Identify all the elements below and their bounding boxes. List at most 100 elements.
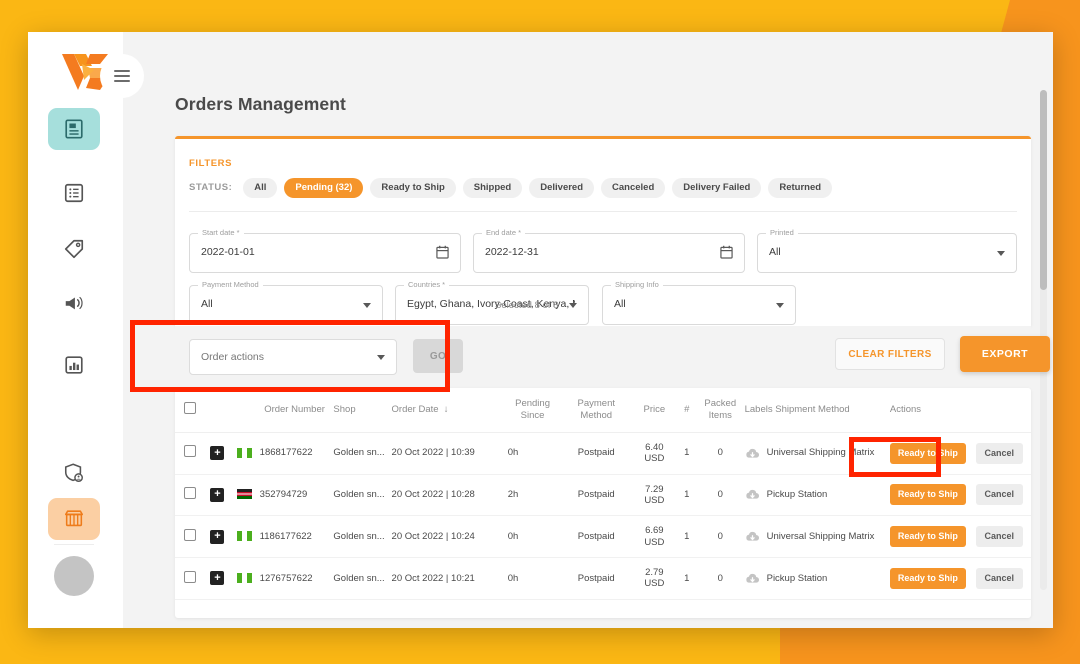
cloud-download-icon[interactable]	[745, 530, 760, 543]
status-chip-shipped[interactable]: Shipped	[462, 178, 523, 198]
cancel-button[interactable]: Cancel	[975, 484, 1024, 506]
cell-shop: Golden sn...	[331, 474, 390, 517]
row-expand-cell: +	[204, 557, 231, 600]
select-all-checkbox[interactable]	[183, 401, 196, 414]
sidebar-item-store[interactable]	[48, 498, 100, 540]
payment-method-select[interactable]: Payment Method All	[189, 280, 383, 325]
header-order-date[interactable]: Order Date ↓	[389, 388, 506, 433]
cancel-button[interactable]: Cancel	[975, 567, 1024, 589]
status-chip-ready-to-ship[interactable]: Ready to Ship	[370, 178, 456, 198]
cell-payment-method: Postpaid	[559, 474, 634, 517]
ready-to-ship-button[interactable]: Ready to Ship	[889, 526, 966, 548]
order-actions-select[interactable]: Order actions	[189, 339, 397, 375]
header-price[interactable]: Price	[633, 388, 676, 433]
cell-actions: Ready to Ship Cancel	[887, 474, 1031, 517]
start-date-field[interactable]: Start date * 2022-01-01	[189, 228, 461, 273]
ready-to-ship-button[interactable]: Ready to Ship	[889, 442, 966, 464]
header-shop[interactable]: Shop	[331, 388, 390, 433]
status-chip-canceled[interactable]: Canceled	[601, 178, 666, 198]
status-chip-delivered[interactable]: Delivered	[529, 178, 595, 198]
header-count[interactable]: #	[675, 388, 698, 433]
cell-pending-since: 0h	[505, 515, 560, 559]
cloud-download-icon[interactable]	[745, 572, 760, 585]
user-avatar[interactable]	[54, 556, 94, 596]
sidebar-item-orders[interactable]	[48, 108, 100, 150]
end-date-value: 2022-12-31	[485, 246, 539, 258]
bulk-actions-bar: Order actions GO CLEAR FILTERS EXPORT	[175, 326, 1050, 388]
end-date-legend: End date *	[482, 228, 526, 237]
payment-method-value: All	[201, 298, 213, 310]
row-select-cell	[175, 474, 205, 517]
chevron-down-icon[interactable]	[776, 303, 784, 308]
price-currency: USD	[644, 578, 665, 590]
content-scrollbar-thumb[interactable]	[1040, 90, 1047, 290]
shipping-info-select[interactable]: Shipping Info All	[602, 280, 796, 325]
sidebar	[28, 32, 144, 628]
go-button[interactable]: GO	[413, 339, 463, 373]
calendar-icon[interactable]	[436, 245, 449, 259]
nigeria-flag-icon	[236, 573, 252, 584]
header-order-number[interactable]: Order Number	[257, 388, 332, 433]
cell-order-number[interactable]: 1276757622	[257, 557, 332, 600]
expand-row-button[interactable]: +	[210, 529, 225, 544]
sidebar-item-marketing[interactable]	[48, 282, 100, 324]
ready-to-ship-button[interactable]: Ready to Ship	[889, 484, 966, 506]
kenya-flag-icon	[236, 489, 252, 500]
table-row[interactable]: + 1186177622 Golden sn... 20 Oct 2022 | …	[175, 515, 1031, 559]
sidebar-item-promotions[interactable]	[48, 228, 100, 270]
status-chip-all[interactable]: All	[243, 178, 278, 198]
sidebar-item-account-health[interactable]	[48, 452, 100, 494]
row-expand-cell: +	[204, 515, 231, 559]
status-chip-returned[interactable]: Returned	[768, 178, 833, 198]
cell-order-number[interactable]: 352794729	[257, 474, 332, 517]
cell-pending-since: 2h	[505, 474, 560, 517]
calendar-icon[interactable]	[720, 245, 733, 259]
table-row[interactable]: + 1868177622 Golden sn... 20 Oct 2022 | …	[175, 432, 1031, 475]
sort-down-arrow-icon[interactable]: ↓	[441, 404, 449, 415]
row-checkbox[interactable]	[183, 528, 196, 541]
status-chip-delivery-failed[interactable]: Delivery Failed	[672, 178, 762, 198]
expand-row-button[interactable]: +	[210, 487, 225, 502]
table-row[interactable]: + 1276757622 Golden sn... 20 Oct 2022 | …	[175, 557, 1031, 600]
status-chip-pending[interactable]: Pending (32)	[284, 178, 364, 198]
nigeria-flag-icon	[236, 447, 252, 458]
cell-order-number[interactable]: 1868177622	[257, 432, 332, 475]
countries-select[interactable]: Countries * Egypt, Ghana, Ivory-Coast, K…	[395, 280, 589, 325]
chevron-down-icon[interactable]	[363, 303, 371, 308]
printed-select[interactable]: Printed All	[757, 228, 1017, 273]
end-date-field[interactable]: End date * 2022-12-31	[473, 228, 745, 273]
cell-order-date: 20 Oct 2022 | 10:21	[389, 557, 506, 600]
sidebar-item-catalog[interactable]	[48, 172, 100, 214]
row-checkbox[interactable]	[183, 486, 196, 499]
hamburger-menu[interactable]	[100, 54, 144, 98]
clear-filters-button[interactable]: CLEAR FILTERS	[835, 338, 945, 370]
cell-shop: Golden sn...	[331, 557, 390, 600]
hamburger-icon	[114, 67, 130, 85]
sidebar-item-reports[interactable]	[48, 344, 100, 386]
chevron-down-icon[interactable]	[377, 355, 385, 360]
cell-price: 2.79 USD	[633, 557, 676, 600]
header-pending-since[interactable]: Pending Since	[505, 388, 560, 433]
status-filter-row: STATUS: All Pending (32) Ready to Ship S…	[189, 178, 833, 198]
orders-table-body: + 1868177622 Golden sn... 20 Oct 2022 | …	[175, 432, 1031, 600]
header-actions: Actions	[887, 388, 1031, 433]
ready-to-ship-button[interactable]: Ready to Ship	[889, 567, 966, 589]
expand-row-button[interactable]: +	[210, 571, 225, 586]
chevron-down-icon[interactable]	[997, 251, 1005, 256]
cell-order-date: 20 Oct 2022 | 10:24	[389, 515, 506, 559]
cloud-download-icon[interactable]	[745, 488, 760, 501]
cell-pending-since: 0h	[505, 557, 560, 600]
row-checkbox[interactable]	[183, 570, 196, 583]
expand-row-button[interactable]: +	[210, 446, 225, 461]
export-button[interactable]: EXPORT	[960, 336, 1050, 372]
row-checkbox[interactable]	[183, 445, 196, 458]
table-row[interactable]: + 352794729 Golden sn... 20 Oct 2022 | 1…	[175, 474, 1031, 517]
cell-order-number[interactable]: 1186177622	[257, 515, 332, 559]
cancel-button[interactable]: Cancel	[975, 442, 1024, 464]
start-date-legend: Start date *	[198, 228, 244, 237]
cloud-download-icon[interactable]	[745, 447, 760, 460]
header-packed-items[interactable]: Packed Items	[697, 388, 743, 433]
cancel-button[interactable]: Cancel	[975, 526, 1024, 548]
header-payment-method[interactable]: Payment Method	[559, 388, 634, 433]
chevron-down-icon[interactable]	[569, 303, 577, 308]
